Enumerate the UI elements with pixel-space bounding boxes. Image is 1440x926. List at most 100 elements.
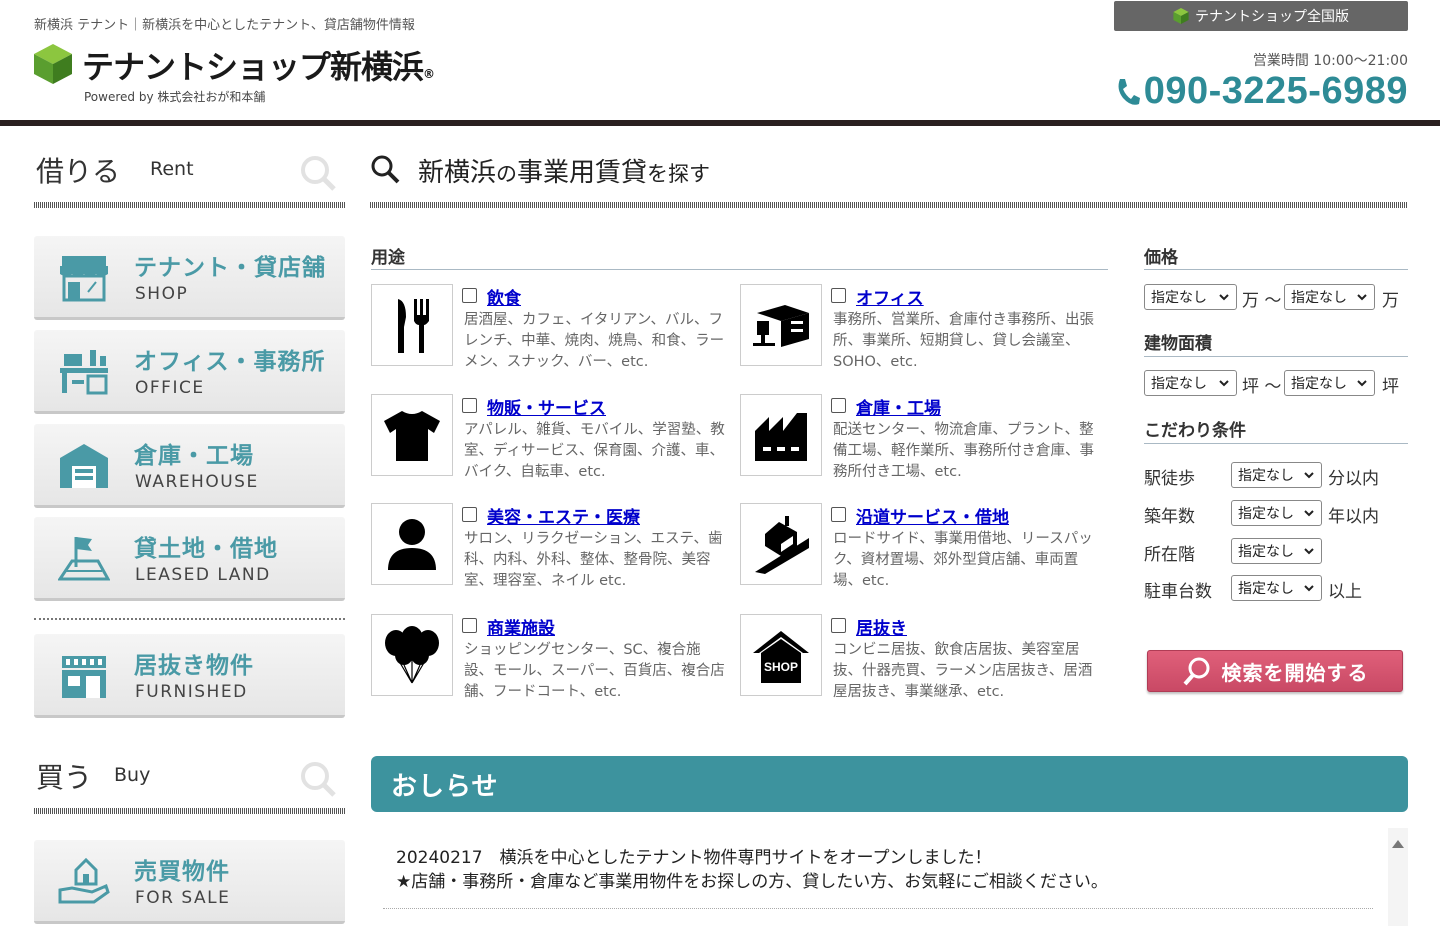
for-sale-icon [58, 857, 110, 904]
sidebar-item-label: 貸土地・借地 [134, 536, 278, 562]
price-max-select[interactable]: 指定なし [1284, 284, 1375, 310]
chevron-down-icon [1219, 294, 1229, 301]
shop-icon [60, 256, 108, 302]
usage-link[interactable]: 沿道サービス・借地 [856, 503, 1009, 528]
sidebar-item-warehouse[interactable]: 倉庫・工場 WAREHOUSE [34, 424, 345, 508]
sidebar-item-label: 居抜き物件 [134, 653, 254, 679]
area-title: 建物面積 [1144, 334, 1212, 354]
news-header: おしらせ [371, 756, 1408, 812]
sidebar-item-sublabel: FURNISHED [135, 682, 248, 702]
parking-select[interactable]: 指定なし [1231, 575, 1322, 601]
area-title-rule [1144, 356, 1408, 357]
site-header: 新横浜 テナント｜新横浜を中心としたテナント、貸店舗物件情報 テナントショップ新… [0, 0, 1440, 122]
chevron-down-icon [1304, 472, 1314, 479]
warehouse-icon [60, 444, 108, 488]
usage-link[interactable]: 商業施設 [487, 614, 555, 639]
usage-description: コンビニ居抜、飲食店居抜、美容室居抜、什器売買、ラーメン店居抜き、居酒屋居抜き、… [833, 642, 1093, 700]
business-hours: 営業時間 10:00〜21:00 [1252, 53, 1408, 69]
usage-thumb[interactable] [740, 394, 822, 476]
usage-item-beauty: 美容・エステ・医療 サロン、リラクゼーション、エステ、歯科、内科、外科、整体、整… [371, 503, 726, 599]
usage-checkbox[interactable] [831, 288, 846, 303]
buy-heading: 買う Buy [34, 756, 345, 814]
usage-link[interactable]: 飲食 [487, 284, 521, 309]
cube-logo-icon [34, 44, 72, 84]
usage-checkbox[interactable] [462, 618, 477, 633]
national-site-label: テナントショップ全国版 [1195, 9, 1349, 25]
sidebar-item-furnished[interactable]: 居抜き物件 FURNISHED [34, 634, 345, 718]
phone-link[interactable]: 090-3225-6989 [1114, 70, 1408, 113]
walk-time-select[interactable]: 指定なし [1231, 462, 1322, 488]
rent-heading-rule [34, 202, 345, 208]
sidebar-item-label: 倉庫・工場 [134, 443, 254, 469]
roadside-icon [755, 516, 809, 574]
usage-thumb[interactable] [371, 614, 453, 696]
factory-icon [755, 413, 807, 461]
area-min-select[interactable]: 指定なし [1144, 370, 1237, 396]
logo-title: テナントショップ新横浜® [82, 48, 435, 86]
news-scrollbar[interactable] [1388, 828, 1408, 926]
news-item-line: 20240217 横浜を中心としたテナント物件専門サイトをオープンしました！ [396, 848, 992, 868]
search-icon [1183, 657, 1209, 686]
usage-checkbox[interactable] [462, 398, 477, 413]
news-item-line: ★店舗・事務所・倉庫など事業用物件をお探しの方、貸したい方、お気軽にご相談くださ… [396, 872, 1108, 892]
magnifier-icon [301, 156, 336, 191]
sidebar-item-leased-land[interactable]: 貸土地・借地 LEASED LAND [34, 517, 345, 601]
start-search-button[interactable]: 検索を開始する [1147, 650, 1403, 692]
sidebar-item-shop[interactable]: テナント・貸店舗 SHOP [34, 236, 345, 320]
sidebar-item-label: オフィス・事務所 [134, 349, 326, 375]
restaurant-icon [398, 299, 429, 353]
usage-thumb[interactable] [371, 503, 453, 585]
usage-checkbox[interactable] [831, 507, 846, 522]
usage-thumb[interactable] [740, 284, 822, 366]
sidebar-item-label: 売買物件 [134, 859, 230, 885]
usage-thumb[interactable]: SHOP [740, 614, 822, 696]
usage-link[interactable]: 倉庫・工場 [856, 394, 941, 419]
usage-checkbox[interactable] [831, 398, 846, 413]
usage-thumb[interactable] [740, 503, 822, 585]
usage-item-commercial: 商業施設 ショッピングセンター、SC、複合施設、モール、スーパー、百貨店、複合店… [371, 614, 726, 710]
area-max-select[interactable]: 指定なし [1284, 370, 1375, 396]
news-list: 20240217 横浜を中心としたテナント物件専門サイトをオープンしました！ ★… [383, 838, 1383, 926]
usage-thumb[interactable] [371, 284, 453, 366]
walk-time-label: 駅徒歩 [1144, 469, 1195, 489]
chevron-down-icon [1357, 380, 1367, 387]
usage-description: 居酒屋、カフェ、イタリアン、バル、フレンチ、中華、焼肉、焼鳥、和食、ラーメン、ス… [464, 312, 725, 370]
parking-unit: 以上 [1328, 582, 1362, 602]
usage-description: サロン、リラクゼーション、エステ、歯科、内科、外科、整体、整骨院、美容室、理容室… [464, 531, 723, 589]
sidebar-item-sublabel: LEASED LAND [135, 565, 271, 585]
price-min-select[interactable]: 指定なし [1144, 284, 1237, 310]
balloons-icon [385, 626, 439, 684]
floor-select[interactable]: 指定なし [1231, 538, 1322, 564]
sidebar-item-office[interactable]: オフィス・事務所 OFFICE [34, 330, 345, 414]
search-heading-rule [370, 202, 1408, 208]
search-heading-text: 新横浜の事業用賃貸を探す [418, 158, 711, 188]
usage-title: 用途 [371, 248, 405, 268]
usage-checkbox[interactable] [831, 618, 846, 633]
usage-link[interactable]: 物販・サービス [487, 394, 606, 419]
buy-heading-en: Buy [114, 764, 151, 786]
usage-item-roadside: 沿道サービス・借地 ロードサイド、事業用借地、リースパック、資材置場、郊外型貸店… [740, 503, 1095, 599]
scroll-up-icon[interactable] [1392, 840, 1404, 848]
news-title: おしらせ [391, 772, 499, 802]
building-age-select[interactable]: 指定なし [1231, 500, 1322, 526]
sidebar-item-for-sale[interactable]: 売買物件 FOR SALE [34, 840, 345, 924]
national-site-button[interactable]: テナントショップ全国版 [1114, 1, 1408, 31]
start-search-label: 検索を開始する [1221, 660, 1369, 685]
usage-link[interactable]: 美容・エステ・医療 [487, 503, 640, 528]
usage-title-rule [371, 269, 1108, 270]
sidebar-item-sublabel: FOR SALE [135, 888, 231, 908]
usage-checkbox[interactable] [462, 288, 477, 303]
land-icon [58, 537, 110, 581]
person-icon [388, 519, 436, 570]
usage-item-warehouse: 倉庫・工場 配送センター、物流倉庫、プラント、整備工場、軽作業所、事務所付き倉庫… [740, 394, 1095, 490]
floor-label: 所在階 [1144, 545, 1195, 565]
usage-checkbox[interactable] [462, 507, 477, 522]
office-icon [60, 350, 108, 395]
usage-thumb[interactable] [371, 394, 453, 476]
usage-description: 事務所、営業所、倉庫付き事務所、出張所、事業所、短期貸し、貸し会議室、SOHO、… [833, 312, 1094, 370]
chevron-down-icon [1357, 294, 1367, 301]
usage-item-retail: 物販・サービス アパレル、雑貨、モバイル、学習塾、教室、ディサービス、保育園、介… [371, 394, 726, 490]
usage-link[interactable]: 居抜き [856, 614, 907, 639]
area-unit-to: 坪 [1382, 377, 1399, 397]
usage-link[interactable]: オフィス [856, 284, 924, 309]
